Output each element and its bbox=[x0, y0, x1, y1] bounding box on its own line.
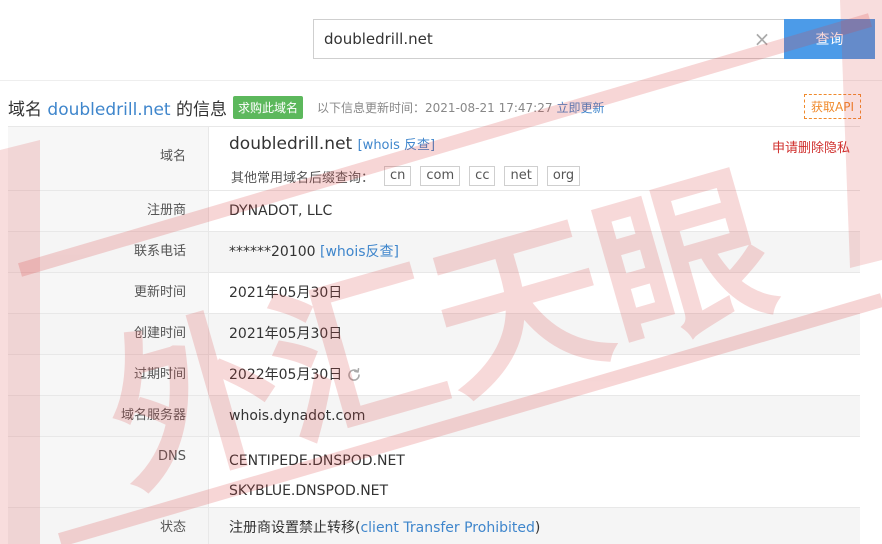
page-header: 域名 doubledrill.net 的信息 求购此域名 以下信息更新时间：20… bbox=[8, 94, 868, 120]
search-bar: × 查询 bbox=[313, 19, 875, 59]
suffix-query: 其他常用域名后缀查询： cn com cc net org bbox=[231, 166, 589, 186]
buy-domain-button[interactable]: 求购此域名 bbox=[233, 95, 304, 119]
status-prefix: 注册商设置禁止转移( bbox=[229, 520, 361, 536]
table-row-updated: 更新时间 2021年05月30日 bbox=[8, 273, 860, 314]
row-label: 域名服务器 bbox=[8, 396, 209, 436]
domain-text: doubledrill.net bbox=[229, 134, 353, 154]
get-api-button[interactable]: 获取API bbox=[804, 94, 861, 119]
suffix-tag[interactable]: cc bbox=[469, 166, 496, 186]
page-title: 域名 doubledrill.net 的信息 bbox=[8, 95, 227, 120]
row-label: DNS bbox=[8, 437, 209, 507]
table-row-phone: 联系电话 ******20100 [whois反查] bbox=[8, 232, 860, 273]
title-prefix: 域名 bbox=[8, 99, 48, 120]
search-input[interactable] bbox=[324, 20, 744, 58]
suffix-tag[interactable]: cn bbox=[384, 166, 412, 186]
whois-reverse-link[interactable]: [whois 反查] bbox=[358, 138, 436, 153]
update-now-link[interactable]: 立即更新 bbox=[556, 99, 604, 116]
row-label: 过期时间 bbox=[8, 355, 209, 395]
row-label: 注册商 bbox=[8, 191, 209, 231]
table-row-nameserver: 域名服务器 whois.dynadot.com bbox=[8, 396, 860, 437]
domain-name: doubledrill.net [whois 反查] bbox=[229, 134, 435, 154]
table-row-created: 创建时间 2021年05月30日 bbox=[8, 314, 860, 355]
suffix-tags: cn com cc net org bbox=[384, 166, 589, 186]
suffix-tag[interactable]: net bbox=[504, 166, 538, 186]
row-value: 2022年05月30日 bbox=[209, 355, 860, 395]
status-code-link[interactable]: client Transfer Prohibited bbox=[360, 520, 534, 536]
divider bbox=[0, 80, 882, 81]
refresh-icon[interactable] bbox=[346, 367, 362, 383]
row-value: whois.dynadot.com bbox=[209, 396, 860, 436]
table-row-registrar: 注册商 DYNADOT, LLC bbox=[8, 191, 860, 232]
status-suffix: ) bbox=[534, 520, 541, 536]
row-label: 更新时间 bbox=[8, 273, 209, 313]
row-value: doubledrill.net [whois 反查] 申请删除隐私 其他常用域名… bbox=[209, 127, 860, 190]
row-label: 域名 bbox=[8, 127, 209, 190]
row-label: 状态 bbox=[8, 508, 209, 544]
suffix-tag[interactable]: org bbox=[546, 166, 581, 186]
search-button[interactable]: 查询 bbox=[784, 19, 875, 59]
suffix-tag[interactable]: com bbox=[420, 166, 461, 186]
title-suffix: 的信息 bbox=[170, 99, 228, 120]
clear-icon[interactable]: × bbox=[752, 29, 772, 49]
table-row-expires: 过期时间 2022年05月30日 bbox=[8, 355, 860, 396]
phone-whois-link[interactable]: [whois反查] bbox=[320, 244, 399, 260]
expires-text: 2022年05月30日 bbox=[229, 367, 343, 383]
title-domain-link[interactable]: doubledrill.net bbox=[47, 100, 170, 120]
phone-text: ******20100 bbox=[229, 244, 316, 260]
row-value: 注册商设置禁止转移(client Transfer Prohibited) bbox=[209, 508, 860, 544]
dns-server: CENTIPEDE.DNSPOD.NET bbox=[229, 453, 405, 469]
table-row-domain: 域名 doubledrill.net [whois 反查] 申请删除隐私 其他常… bbox=[8, 127, 860, 191]
update-time-text: 以下信息更新时间：2021-08-21 17:47:27 bbox=[317, 100, 553, 115]
row-value: 2021年05月30日 bbox=[209, 273, 860, 313]
search-box: × bbox=[313, 19, 784, 59]
row-value: ******20100 [whois反查] bbox=[209, 232, 860, 272]
table-row-dns: DNS CENTIPEDE.DNSPOD.NET SKYBLUE.DNSPOD.… bbox=[8, 437, 860, 508]
row-value: CENTIPEDE.DNSPOD.NET SKYBLUE.DNSPOD.NET bbox=[209, 437, 860, 507]
table-row-status: 状态 注册商设置禁止转移(client Transfer Prohibited) bbox=[8, 508, 860, 544]
suffix-label: 其他常用域名后缀查询： bbox=[231, 170, 375, 186]
row-label: 联系电话 bbox=[8, 232, 209, 272]
row-value: 2021年05月30日 bbox=[209, 314, 860, 354]
whois-info-table: 域名 doubledrill.net [whois 反查] 申请删除隐私 其他常… bbox=[8, 126, 860, 544]
delete-privacy-link[interactable]: 申请删除隐私 bbox=[772, 137, 850, 156]
dns-server: SKYBLUE.DNSPOD.NET bbox=[229, 483, 389, 499]
row-label: 创建时间 bbox=[8, 314, 209, 354]
row-value: DYNADOT, LLC bbox=[209, 191, 860, 231]
